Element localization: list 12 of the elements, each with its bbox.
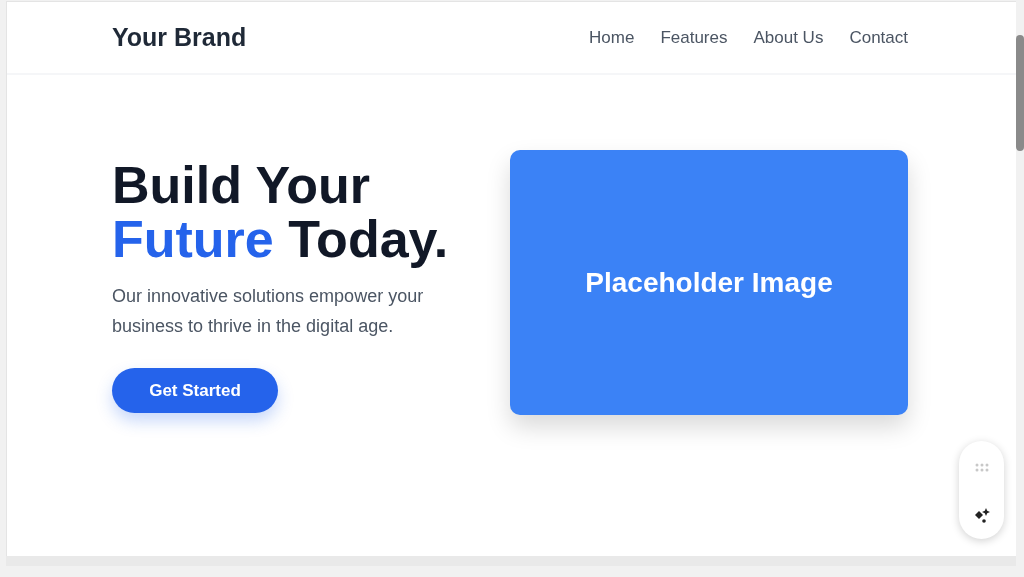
hero-headline: Build Your Future Today. [112, 158, 450, 266]
get-started-button[interactable]: Get Started [112, 368, 278, 413]
brand-logo[interactable]: Your Brand [112, 23, 247, 52]
nav-link[interactable]: Features [660, 27, 728, 48]
grid-dots-icon[interactable] [974, 463, 989, 472]
hero-description: Our innovative solutions empower your business to thrive in the digital age. [112, 285, 425, 338]
scrollbar-thumb[interactable] [1016, 35, 1024, 151]
image-placeholder-label: Placeholder Image [585, 266, 833, 299]
horizontal-scrollbar[interactable] [6, 556, 1016, 566]
nav-link[interactable]: Contact [849, 27, 908, 48]
nav-link[interactable]: Home [589, 27, 635, 48]
nav-link[interactable]: About Us [753, 27, 824, 48]
